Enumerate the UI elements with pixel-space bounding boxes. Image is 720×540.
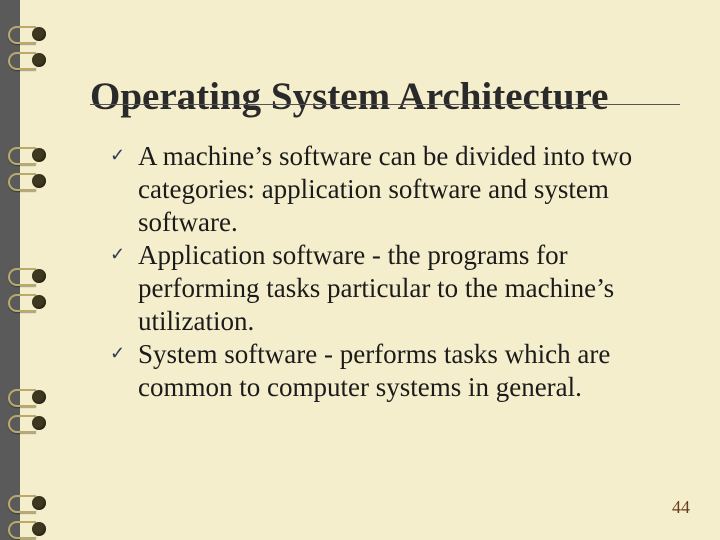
bullet-text: Application software - the programs for …: [138, 240, 614, 336]
binder-ring: [8, 387, 44, 407]
binder-ring: [8, 266, 44, 286]
checkmark-icon: ✓: [110, 146, 128, 164]
binder-ring: [8, 171, 44, 191]
bullet-text: System software - performs tasks which a…: [138, 339, 610, 402]
slide-title: Operating System Architecture: [90, 74, 680, 129]
binder-ring: [8, 50, 44, 70]
slide-background: Operating System Architecture ✓ A machin…: [20, 0, 720, 540]
checkmark-icon: ✓: [110, 245, 128, 263]
bullet-text: A machine’s software can be divided into…: [138, 141, 632, 237]
slide-frame: Operating System Architecture ✓ A machin…: [0, 0, 720, 540]
binder-ring: [8, 145, 44, 165]
binder-ring: [8, 519, 44, 539]
bullet-item: ✓ Application software - the programs fo…: [110, 239, 680, 338]
slide-body: ✓ A machine’s software can be divided in…: [110, 140, 680, 404]
spiral-binding: [8, 0, 44, 540]
bullet-item: ✓ System software - performs tasks which…: [110, 338, 680, 404]
binder-ring: [8, 413, 44, 433]
bullet-item: ✓ A machine’s software can be divided in…: [110, 140, 680, 239]
page-number: 44: [672, 497, 690, 518]
binder-ring: [8, 24, 44, 44]
title-divider: [90, 104, 680, 105]
binder-ring: [8, 292, 44, 312]
binder-ring: [8, 493, 44, 513]
checkmark-icon: ✓: [110, 344, 128, 362]
